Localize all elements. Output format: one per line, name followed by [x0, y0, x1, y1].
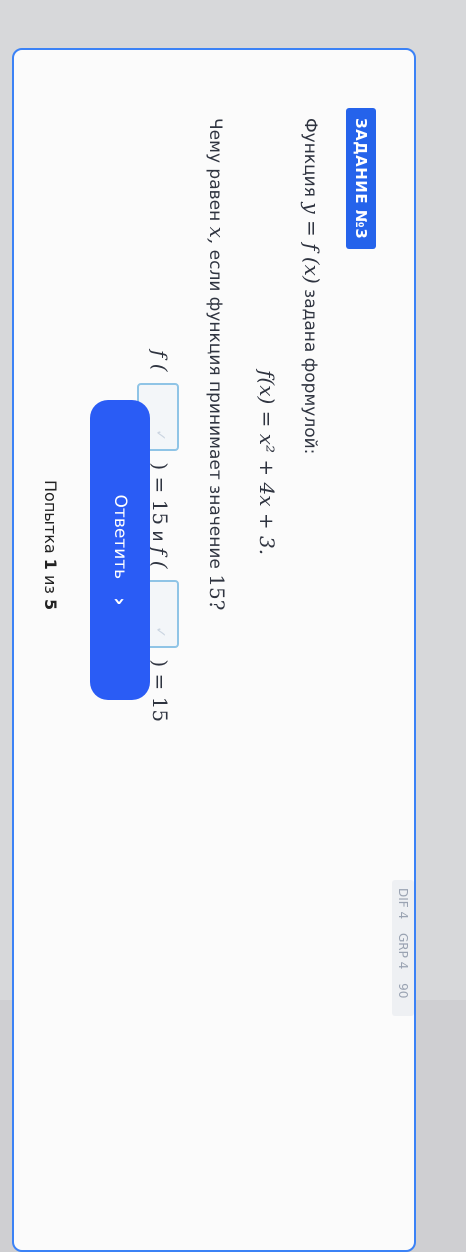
attempt-counter: Попытка 1 из 5 [41, 480, 60, 610]
submit-label: Ответить [110, 494, 130, 580]
check-icon: ✓ [152, 429, 168, 441]
task-card: ЗАДАНИЕ №3 DIF 4 GRP 4 90 Функция y = f … [12, 48, 416, 1252]
value-15: 15? [205, 574, 229, 611]
eq2-suffix: ) = 15 [148, 659, 172, 723]
meta-extra: 90 [396, 983, 410, 999]
check-icon: ✓ [152, 626, 168, 638]
screen: ЗАДАНИЕ №3 DIF 4 GRP 4 90 Функция y = f … [0, 0, 466, 1252]
math-x: x, [205, 226, 229, 245]
eq2-prefix: f ( [148, 546, 172, 569]
chevron-right-icon: › [108, 597, 132, 606]
question-line-1: Функция y = f (x) задана формулой: [300, 118, 324, 454]
text-what-is: Чему равен [205, 118, 225, 222]
text-given-by-formula: задана формулой: [300, 289, 320, 455]
attempt-mid: из [41, 575, 60, 594]
meta-grp: GRP 4 [396, 932, 410, 970]
text-function: Функция [300, 118, 320, 197]
eq1-suffix: ) = 15 [148, 462, 172, 526]
task-meta: DIF 4 GRP 4 90 [392, 880, 414, 1017]
meta-dif: DIF 4 [396, 888, 410, 920]
attempt-prefix: Попытка [41, 480, 60, 554]
eq1-prefix: f ( [148, 350, 172, 372]
math-y-eq-fx: y = f (x) [300, 202, 324, 284]
formula: f(x) = x² + 4x + 3. [255, 370, 279, 556]
question-line-3: Чему равен x, если функция принимает зна… [205, 118, 229, 610]
text-and: и [148, 530, 168, 542]
task-badge: ЗАДАНИЕ №3 [346, 108, 376, 250]
attempt-total: 5 [41, 599, 60, 611]
submit-button[interactable]: Ответить › [90, 400, 150, 700]
formula-line: f(x) = x² + 4x + 3. [255, 370, 279, 555]
text-if-function: если функция принимает значение [205, 249, 225, 569]
attempt-current: 1 [41, 558, 60, 570]
